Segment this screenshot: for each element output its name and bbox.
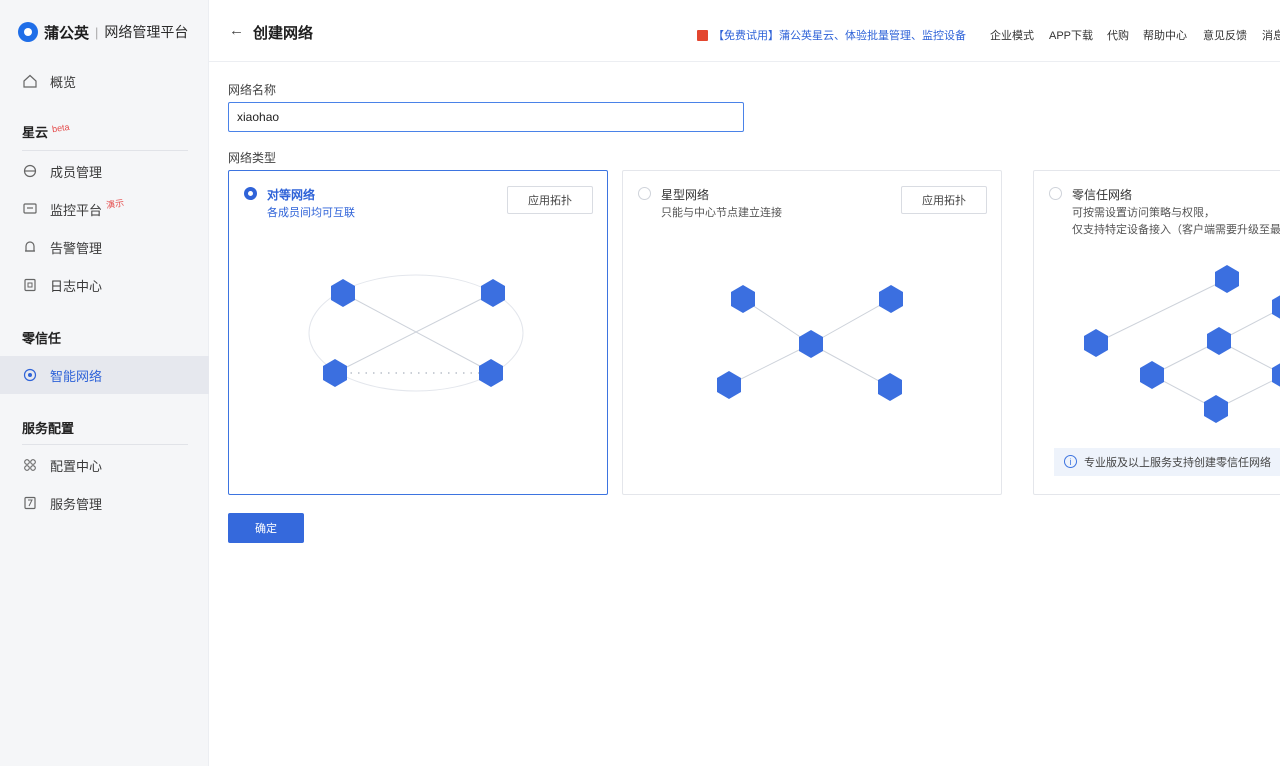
section-service-config: 服务配置 — [22, 421, 75, 436]
gift-icon — [697, 29, 708, 41]
network-name-label: 网络名称 — [228, 83, 277, 97]
sidebar-item-smart-network[interactable]: 智能网络 — [0, 356, 209, 394]
brand-separator: | — [95, 24, 99, 40]
sidebar-item-label: 成员管理 — [50, 164, 103, 180]
monitor-icon — [22, 201, 38, 217]
sidebar-item-label: 日志中心 — [50, 278, 103, 294]
sidebar-item-label: 服务管理 — [50, 496, 103, 512]
card-description: 可按需设置访问策略与权限， 仅支持特定设备接入（客户端需要升级至最新 — [1072, 207, 1280, 236]
radio-peer-network[interactable] — [244, 187, 257, 200]
nav-feedback[interactable]: 意见反馈 — [1203, 27, 1247, 43]
nav-purchase[interactable]: 代购 — [1107, 27, 1129, 43]
card-peer-network[interactable]: 对等网络 各成员间均可互联 应用拓扑 — [228, 170, 608, 495]
info-note: i 专业版及以上服务支持创建零信任网络 — [1054, 448, 1280, 476]
card-title: 零信任网络 — [1072, 188, 1133, 202]
service-icon — [22, 495, 38, 511]
radio-zero-trust-network[interactable] — [1049, 187, 1062, 200]
zero-trust-topology-diagram — [1084, 265, 1280, 423]
sidebar-item-service-mgmt[interactable]: 服务管理 — [0, 484, 209, 522]
sidebar-item-label: 配置中心 — [50, 458, 103, 474]
confirm-button[interactable]: 确定 — [228, 513, 304, 543]
brand[interactable]: 蒲公英 | 网络管理平台 — [18, 20, 188, 44]
bell-icon — [22, 239, 38, 255]
node-hex-icon — [481, 279, 505, 307]
node-hex-icon — [1084, 329, 1108, 357]
network-name-input[interactable] — [228, 102, 744, 132]
demo-tag: 演示 — [105, 197, 125, 210]
divider — [22, 150, 188, 151]
apply-topology-button[interactable]: 应用拓扑 — [901, 186, 987, 214]
network-type-label: 网络类型 — [228, 151, 277, 165]
nav-enterprise-mode[interactable]: 企业模式 — [990, 27, 1034, 43]
config-icon — [22, 457, 38, 473]
sidebar-item-label: 智能网络 — [50, 368, 103, 384]
sidebar-item-logs[interactable]: 日志中心 — [0, 266, 209, 304]
brand-name: 蒲公英 — [44, 24, 90, 42]
node-hex-icon — [799, 330, 823, 358]
info-icon: i — [1064, 455, 1077, 468]
top-header: ← 创建网络 【免费试用】蒲公英星云、体验批量管理、监控设备 企业模式 APP下… — [209, 0, 1280, 62]
sidebar: 蒲公英 | 网络管理平台 概览 星云 beta 成员管理 监控平台 演示 告警管理 — [0, 0, 209, 766]
node-hex-icon — [1272, 363, 1280, 387]
divider — [22, 444, 188, 445]
node-hex-icon — [717, 371, 741, 399]
apply-topology-button[interactable]: 应用拓扑 — [507, 186, 593, 214]
card-title: 对等网络 — [267, 188, 316, 202]
node-hex-icon — [879, 285, 903, 313]
brand-subtitle: 网络管理平台 — [104, 24, 189, 40]
nav-help-center[interactable]: 帮助中心 — [1143, 27, 1187, 43]
sidebar-item-config-center[interactable]: 配置中心 — [0, 446, 209, 484]
card-title: 星型网络 — [661, 188, 710, 202]
network-icon — [22, 367, 38, 383]
node-hex-icon — [1215, 265, 1239, 293]
nav-messages[interactable]: 消息 — [1262, 27, 1280, 43]
promo-link[interactable]: 【免费试用】蒲公英星云、体验批量管理、监控设备 — [697, 27, 966, 43]
sidebar-item-label: 告警管理 — [50, 240, 103, 256]
node-hex-icon — [323, 359, 347, 387]
section-xingyun: 星云 beta — [22, 121, 71, 140]
back-arrow-icon[interactable]: ← — [229, 22, 244, 39]
card-zero-trust-network[interactable]: 零信任网络 可按需设置访问策略与权限， 仅支持特定设备接入（客户端需要升级至最新… — [1033, 170, 1280, 495]
sidebar-item-members[interactable]: 成员管理 — [0, 152, 209, 190]
sidebar-item-label: 概览 — [50, 74, 77, 90]
node-hex-icon — [1140, 361, 1164, 389]
node-hex-icon — [731, 285, 755, 313]
page-title: 创建网络 — [253, 25, 314, 42]
node-hex-icon — [1207, 327, 1231, 355]
node-hex-icon — [331, 279, 355, 307]
sidebar-item-label: 监控平台 — [50, 202, 103, 218]
members-icon — [22, 163, 38, 179]
node-hex-icon — [1272, 295, 1280, 319]
star-topology-diagram — [717, 285, 903, 401]
sidebar-item-monitor[interactable]: 监控平台 演示 — [0, 190, 209, 228]
sidebar-item-alerts[interactable]: 告警管理 — [0, 228, 209, 266]
node-hex-icon — [878, 373, 902, 401]
node-hex-icon — [479, 359, 503, 387]
sidebar-item-overview[interactable]: 概览 — [0, 62, 209, 100]
peer-topology-diagram — [308, 274, 524, 392]
home-icon — [22, 73, 38, 89]
node-hex-icon — [1204, 395, 1228, 423]
log-icon — [22, 277, 38, 293]
logo-icon — [18, 22, 38, 42]
main-content: 网络名称 网络类型 对等网络 各成员间均可互联 应用拓扑 星型网络 只能与中心节… — [209, 62, 1280, 766]
beta-tag: beta — [51, 121, 71, 135]
card-star-network[interactable]: 星型网络 只能与中心节点建立连接 应用拓扑 — [622, 170, 1002, 495]
nav-app-download[interactable]: APP下载 — [1049, 27, 1093, 43]
section-zero-trust: 零信任 — [22, 331, 62, 346]
radio-star-network[interactable] — [638, 187, 651, 200]
